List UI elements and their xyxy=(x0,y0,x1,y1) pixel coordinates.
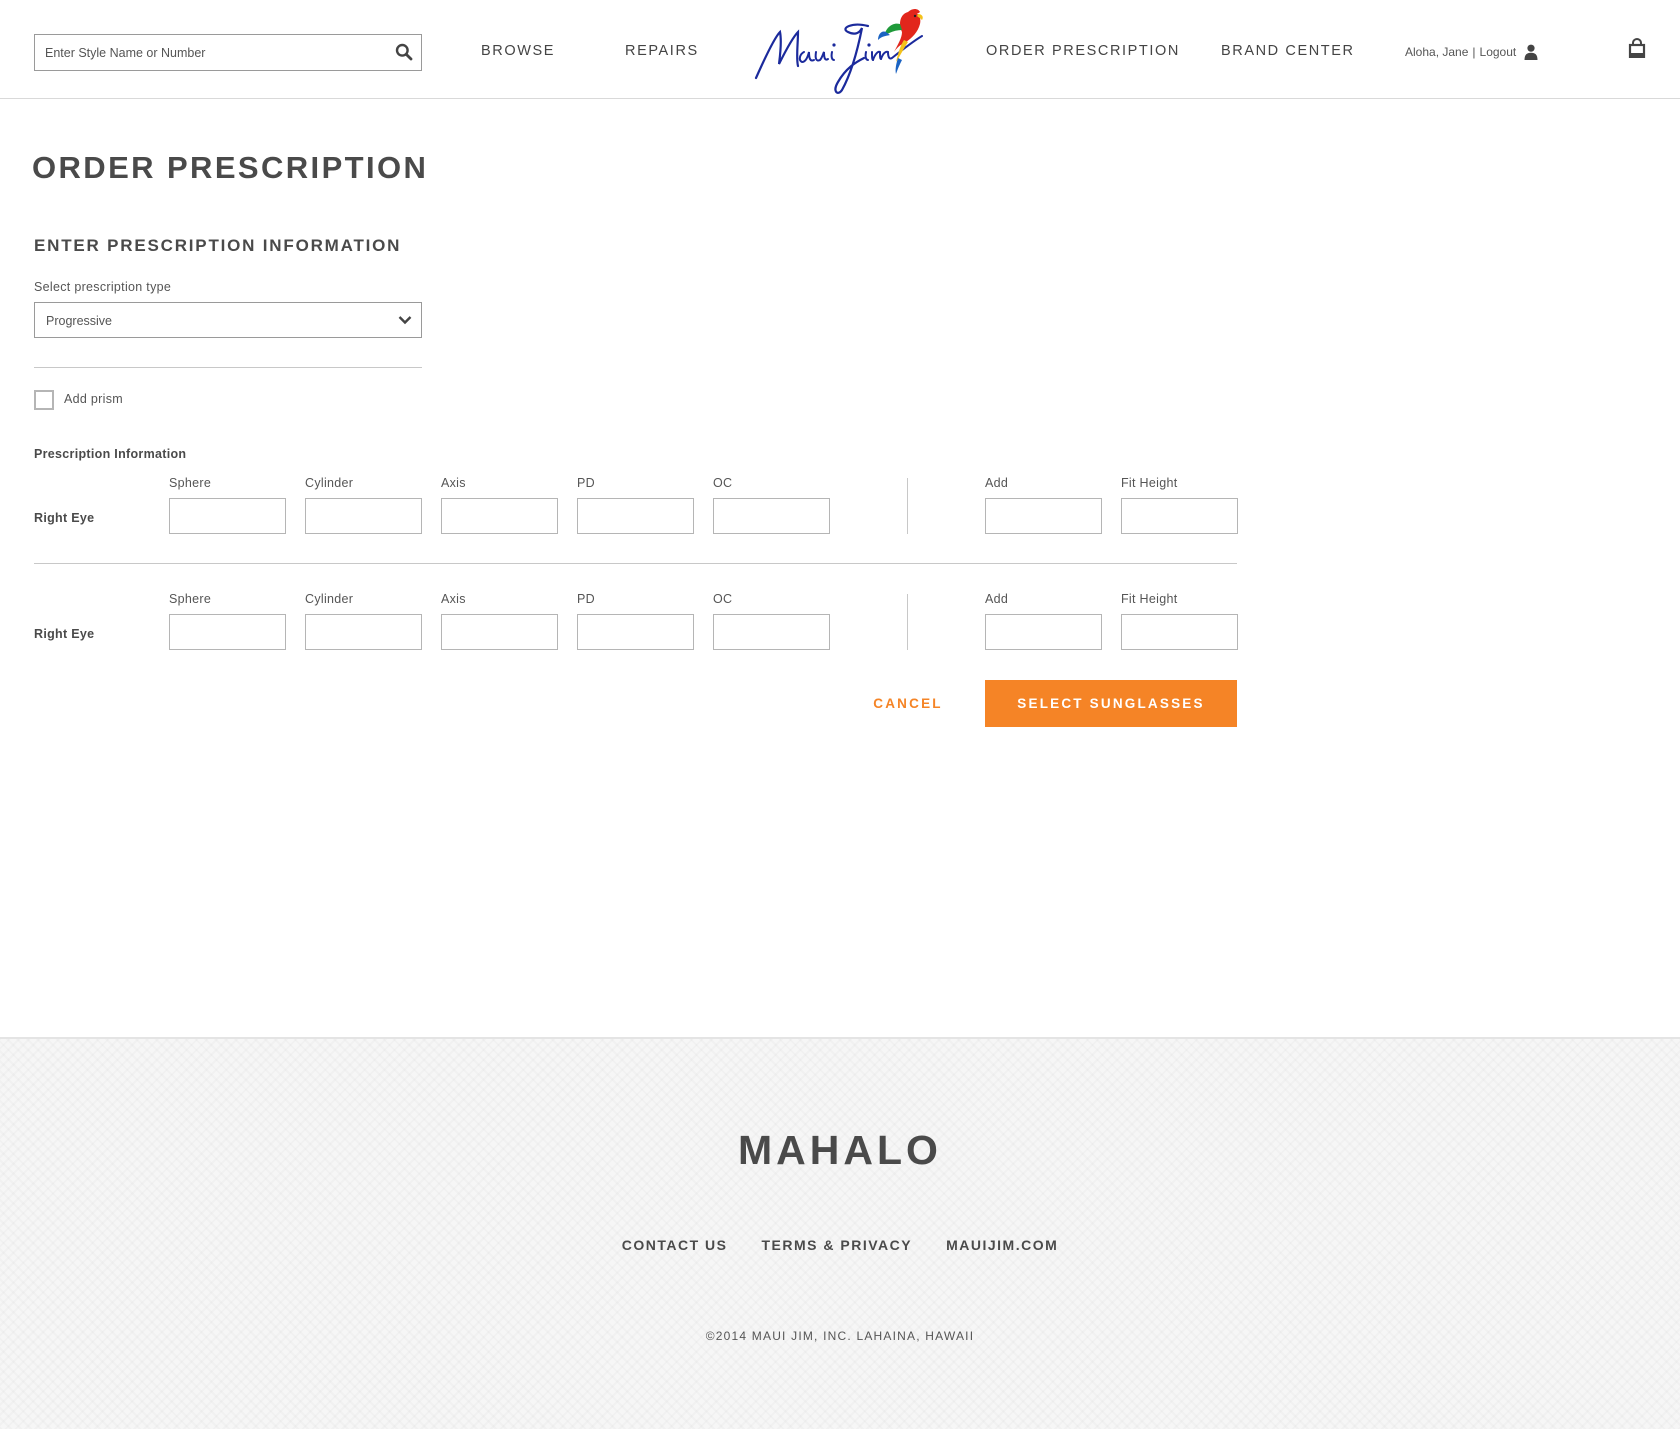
footer-link-mauijim-com[interactable]: MAUIJIM.COM xyxy=(946,1237,1058,1253)
oc-input[interactable] xyxy=(713,614,830,650)
fit-height-input[interactable] xyxy=(1121,614,1238,650)
cylinder-input[interactable] xyxy=(305,498,422,534)
footer-link-terms-privacy[interactable]: TERMS & PRIVACY xyxy=(761,1237,912,1253)
logout-link[interactable]: Logout xyxy=(1480,45,1517,59)
axis-column-label: Axis xyxy=(441,592,466,606)
sphere-input[interactable] xyxy=(169,498,286,534)
eye-label: Right Eye xyxy=(34,511,95,525)
axis-input[interactable] xyxy=(441,498,558,534)
user-area: Aloha, Jane | Logout xyxy=(1405,44,1538,60)
cylinder-column-label: Cylinder xyxy=(305,592,354,606)
footer-links: CONTACT US TERMS & PRIVACY MAUIJIM.COM xyxy=(0,1237,1680,1253)
pd-input[interactable] xyxy=(577,498,694,534)
fit-height-column-label: Fit Height xyxy=(1121,476,1178,490)
prescription-information-label: Prescription Information xyxy=(34,447,187,461)
pd-column-label: PD xyxy=(577,592,595,606)
footer-link-contact-us[interactable]: CONTACT US xyxy=(622,1237,728,1253)
search-icon[interactable] xyxy=(395,43,413,61)
column-divider xyxy=(907,478,908,534)
shopping-bag-icon[interactable] xyxy=(1628,38,1646,58)
cylinder-column-label: Cylinder xyxy=(305,476,354,490)
site-header: BROWSE REPAIRS ORDER PRESCRIPTION BRAND … xyxy=(0,0,1680,99)
search-input[interactable] xyxy=(35,35,385,70)
add-prism-label: Add prism xyxy=(64,392,123,406)
oc-input[interactable] xyxy=(713,498,830,534)
site-footer: MAHALO CONTACT US TERMS & PRIVACY MAUIJI… xyxy=(0,1037,1680,1429)
prescription-type-select[interactable]: Progressive xyxy=(34,302,422,338)
nav-browse[interactable]: BROWSE xyxy=(481,43,555,59)
add-input[interactable] xyxy=(985,498,1102,534)
axis-input[interactable] xyxy=(441,614,558,650)
add-column-label: Add xyxy=(985,476,1009,490)
fit-height-column-label: Fit Height xyxy=(1121,592,1178,606)
nav-brand-center[interactable]: BRAND CENTER xyxy=(1221,43,1355,59)
pd-column-label: PD xyxy=(577,476,595,490)
eye-label: Right Eye xyxy=(34,627,95,641)
row-divider xyxy=(34,563,1237,564)
prescription-type-value: Progressive xyxy=(46,314,112,328)
pd-input[interactable] xyxy=(577,614,694,650)
user-icon[interactable] xyxy=(1524,44,1538,60)
user-separator: | xyxy=(1472,45,1476,59)
oc-column-label: OC xyxy=(713,476,733,490)
nav-order-prescription[interactable]: ORDER PRESCRIPTION xyxy=(986,43,1180,59)
search-box xyxy=(34,34,422,71)
column-divider xyxy=(907,594,908,650)
chevron-down-icon xyxy=(398,316,412,325)
user-greeting: Aloha, Jane xyxy=(1405,45,1469,59)
sphere-column-label: Sphere xyxy=(169,476,212,490)
axis-column-label: Axis xyxy=(441,476,466,490)
add-input[interactable] xyxy=(985,614,1102,650)
section-divider xyxy=(34,367,422,368)
add-column-label: Add xyxy=(985,592,1009,606)
select-sunglasses-button[interactable]: SELECT SUNGLASSES xyxy=(985,680,1237,727)
maui-jim-logo[interactable] xyxy=(752,2,930,94)
page-title: ORDER PRESCRIPTION xyxy=(32,150,429,185)
sphere-input[interactable] xyxy=(169,614,286,650)
nav-repairs[interactable]: REPAIRS xyxy=(625,43,699,59)
footer-title: MAHALO xyxy=(738,1127,942,1173)
sphere-column-label: Sphere xyxy=(169,592,212,606)
oc-column-label: OC xyxy=(713,592,733,606)
cylinder-input[interactable] xyxy=(305,614,422,650)
prescription-type-label: Select prescription type xyxy=(34,280,172,294)
copyright-text: ©2014 MAUI JIM, INC. LAHAINA, HAWAII xyxy=(705,1329,975,1343)
section-title: ENTER PRESCRIPTION INFORMATION xyxy=(34,236,402,255)
cancel-button[interactable]: CANCEL xyxy=(860,680,956,726)
add-prism-checkbox[interactable] xyxy=(34,390,54,410)
fit-height-input[interactable] xyxy=(1121,498,1238,534)
